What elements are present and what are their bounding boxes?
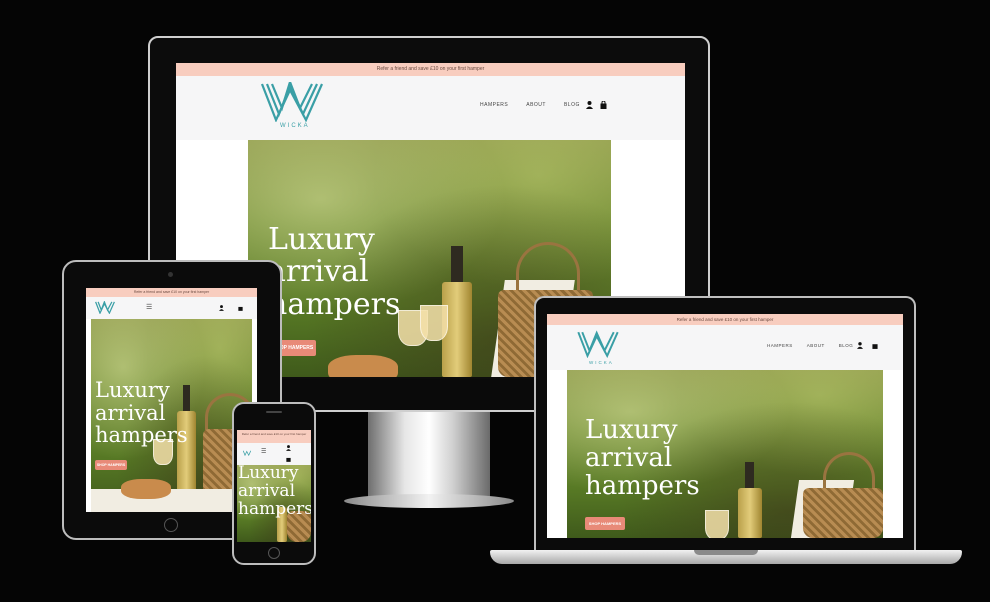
phone-screen: Refer a friend and save £10 on your firs… xyxy=(237,430,311,542)
hero-line-1: Luxury xyxy=(95,378,170,402)
tablet-home-button[interactable] xyxy=(164,518,178,532)
hero-line-3: hampers xyxy=(585,471,700,502)
hamburger-menu-button[interactable]: ☰ xyxy=(146,303,152,311)
phone-speaker xyxy=(266,411,282,413)
hero-banner: Luxury arrival hampers SHOP HAMPERS xyxy=(567,370,883,538)
brand-name: WICKA xyxy=(280,123,310,129)
bread xyxy=(121,479,171,499)
monitor-stand-base xyxy=(344,494,514,508)
phone: Refer a friend and save £10 on your firs… xyxy=(232,402,316,565)
main-nav: HAMPERS ABOUT BLOG xyxy=(480,102,580,108)
main-nav: HAMPERS ABOUT BLOG xyxy=(767,343,853,348)
site-header: WICKA HAMPERS ABOUT BLOG xyxy=(547,325,903,370)
laptop: Refer a friend and save £10 on your firs… xyxy=(490,296,962,568)
user-icon[interactable] xyxy=(219,305,224,311)
hero-title: Luxury arrival hampers xyxy=(268,222,401,322)
phone-home-button[interactable] xyxy=(268,547,280,559)
nav-hampers[interactable]: HAMPERS xyxy=(767,343,793,348)
picnic-basket xyxy=(803,488,883,538)
nav-about[interactable]: ABOUT xyxy=(807,343,825,348)
w-logo-icon[interactable] xyxy=(243,450,251,456)
tablet-camera xyxy=(168,272,173,277)
promo-text: Refer a friend and save £10 on your firs… xyxy=(241,432,307,436)
promo-text: Refer a friend and save £10 on your firs… xyxy=(376,66,485,72)
w-logo-icon[interactable] xyxy=(577,330,619,358)
nav-hampers[interactable]: HAMPERS xyxy=(480,102,508,108)
hero-line-2: arrival xyxy=(238,480,296,501)
laptop-notch xyxy=(694,550,758,555)
site-header: WICKA HAMPERS ABOUT BLOG xyxy=(176,76,685,140)
monitor-stand-neck xyxy=(368,408,490,500)
shopping-bag-icon[interactable] xyxy=(600,101,607,109)
site-header: ☰ xyxy=(237,443,311,465)
hero-banner: Luxury arrival hampers xyxy=(237,465,311,542)
shop-hampers-button[interactable]: SHOP HAMPERS xyxy=(95,460,127,470)
laptop-screen: Refer a friend and save £10 on your firs… xyxy=(547,314,903,538)
promo-banner: Refer a friend and save £10 on your firs… xyxy=(176,63,685,76)
nav-blog[interactable]: BLOG xyxy=(564,102,580,108)
brand-name: WICKA xyxy=(589,360,614,365)
bread xyxy=(328,355,398,377)
shopping-bag-icon[interactable] xyxy=(286,456,291,462)
hamburger-menu-button[interactable]: ☰ xyxy=(261,448,266,455)
hero-line-2: arrival xyxy=(585,443,673,474)
hero-line-3: hampers xyxy=(238,498,311,519)
promo-banner: Refer a friend and save £10 on your firs… xyxy=(86,288,257,297)
shop-hampers-button[interactable]: SHOP HAMPERS xyxy=(585,517,625,530)
brand-logo[interactable] xyxy=(260,78,324,123)
shopping-bag-icon[interactable] xyxy=(238,305,243,311)
hero-line-2: arrival xyxy=(268,254,369,290)
promo-banner: Refer a friend and save £10 on your firs… xyxy=(547,314,903,325)
site-header: ☰ xyxy=(86,297,257,319)
hero-title: Luxury arrival hampers xyxy=(95,379,188,447)
wine-glass xyxy=(420,305,448,341)
nav-about[interactable]: ABOUT xyxy=(526,102,546,108)
wine-bottle-neck xyxy=(451,246,463,286)
hero-title: Luxury arrival hampers xyxy=(238,465,311,519)
nav-blog[interactable]: BLOG xyxy=(839,343,854,348)
promo-text: Refer a friend and save £10 on your firs… xyxy=(676,317,774,322)
w-logo-icon[interactable] xyxy=(95,301,115,314)
hero-title: Luxury arrival hampers xyxy=(585,416,700,500)
hero-line-3: hampers xyxy=(268,286,401,322)
promo-banner: Refer a friend and save £10 on your firs… xyxy=(237,430,311,443)
promo-text: Refer a friend and save £10 on your firs… xyxy=(133,290,210,294)
hero-banner: Luxury arrival hampers SHOP HAMPERS xyxy=(91,319,252,512)
hero-line-2: arrival xyxy=(95,400,166,425)
user-icon[interactable] xyxy=(857,342,863,349)
w-logo-icon xyxy=(260,78,324,123)
shopping-bag-icon[interactable] xyxy=(872,342,878,349)
user-icon[interactable] xyxy=(286,445,291,451)
wine-bottle-neck xyxy=(745,462,754,490)
hero-line-1: Luxury xyxy=(585,415,678,445)
picnic-cloth xyxy=(91,489,252,512)
user-icon[interactable] xyxy=(586,101,593,109)
hero-line-3: hampers xyxy=(95,423,188,448)
wine-bottle xyxy=(738,488,762,538)
hero-line-1: Luxury xyxy=(268,222,375,257)
wine-glass xyxy=(705,510,729,538)
